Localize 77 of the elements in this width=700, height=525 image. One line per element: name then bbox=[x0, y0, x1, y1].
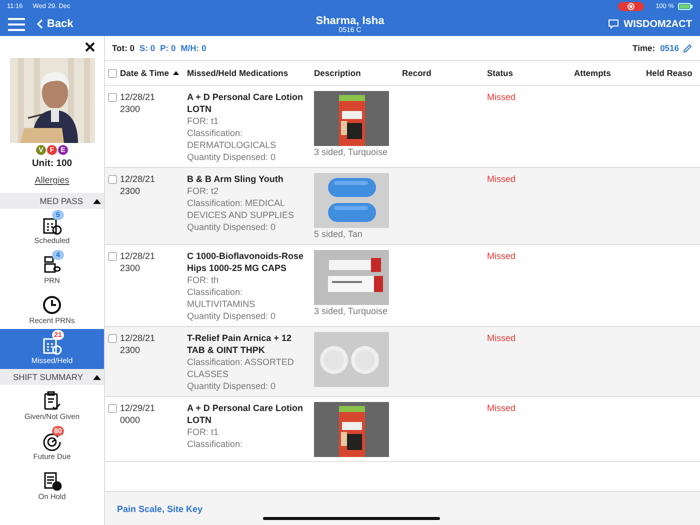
status-text: Missed bbox=[487, 403, 516, 413]
row-checkbox[interactable] bbox=[108, 175, 117, 184]
row-time: 2300 bbox=[120, 262, 142, 274]
recording-icon bbox=[618, 2, 644, 10]
medication-detail: Classification: ASSORTED CLASSES bbox=[187, 356, 295, 380]
column-header[interactable]: Missed/Held Medications bbox=[187, 68, 314, 78]
row-checkbox[interactable] bbox=[108, 252, 117, 261]
status-text: Missed bbox=[487, 92, 516, 102]
row-date: 12/29/21 bbox=[120, 402, 156, 414]
row-date: 12/28/21 bbox=[120, 332, 156, 344]
medication-detail: Classification: bbox=[187, 438, 244, 450]
column-header[interactable]: Attempts bbox=[574, 68, 646, 78]
nav-icon bbox=[42, 255, 62, 275]
medication-name: T-Relief Pain Arnica + 12 TAB & OINT THPK bbox=[187, 332, 292, 356]
prn-count: P: 0 bbox=[160, 43, 176, 53]
medication-detail: Quantity Dispensed: 0 bbox=[187, 310, 277, 322]
edit-icon[interactable] bbox=[683, 44, 692, 52]
medication-detail: FOR: t1 bbox=[187, 115, 220, 127]
nav-icon bbox=[42, 295, 62, 315]
medication-detail: FOR: th bbox=[187, 274, 220, 286]
medication-detail: FOR: t1 bbox=[187, 426, 220, 438]
section-header[interactable]: MED PASS bbox=[0, 193, 104, 209]
column-header[interactable]: Held Reaso bbox=[646, 68, 700, 78]
select-all-checkbox[interactable] bbox=[108, 68, 117, 78]
close-icon[interactable] bbox=[85, 42, 95, 52]
app-name: WISDOM2ACT bbox=[624, 18, 692, 30]
status-text: Missed bbox=[487, 333, 516, 343]
patient-name: Sharma, Isha bbox=[316, 14, 384, 26]
unit-label: Unit: 100 bbox=[32, 158, 72, 169]
medication-detail: FOR: t2 bbox=[187, 185, 220, 197]
time-value[interactable]: 0516 bbox=[660, 43, 679, 53]
section-header[interactable]: SHIFT SUMMARY bbox=[0, 369, 104, 385]
pill-description: 5 sided, Tan bbox=[314, 228, 364, 240]
medication-detail: Quantity Dispensed: 0 bbox=[187, 221, 277, 233]
nav-icon bbox=[42, 391, 62, 411]
total-count: Tot: 0 bbox=[112, 43, 135, 53]
row-time: 2300 bbox=[120, 344, 142, 356]
column-header[interactable]: Date & Time bbox=[120, 68, 187, 78]
column-header[interactable]: Status bbox=[487, 68, 574, 78]
sort-icon[interactable] bbox=[172, 71, 179, 75]
row-date: 12/28/21 bbox=[120, 250, 156, 262]
menu-icon[interactable] bbox=[8, 18, 25, 30]
row-date: 12/28/21 bbox=[120, 91, 156, 103]
medication-name: A + D Personal Care Lotion LOTN bbox=[187, 402, 304, 426]
pain-scale-link[interactable]: Pain Scale, Site Key bbox=[117, 504, 203, 514]
status-text: Missed bbox=[487, 174, 516, 184]
collapse-icon[interactable] bbox=[93, 374, 101, 380]
battery-icon bbox=[678, 2, 693, 10]
chat-icon[interactable] bbox=[608, 19, 619, 29]
chevron-left-icon bbox=[37, 19, 43, 29]
medication-detail: Classification: DERMATOLOGICALS bbox=[187, 127, 278, 151]
column-header[interactable]: Record bbox=[402, 68, 487, 78]
pill-description: 3 sided, Turquoise bbox=[314, 305, 389, 317]
missed-held-count: M/H: 0 bbox=[180, 43, 206, 53]
medication-name: A + D Personal Care Lotion LOTN bbox=[187, 91, 304, 115]
collapse-icon[interactable] bbox=[93, 198, 101, 204]
pill-description: 3 sided, Turquoise bbox=[314, 146, 389, 158]
row-checkbox[interactable] bbox=[108, 334, 117, 343]
row-time: 2300 bbox=[120, 103, 142, 115]
medication-detail: Classification: MEDICAL DEVICES AND SUPPLIES bbox=[187, 197, 296, 221]
row-checkbox[interactable] bbox=[108, 93, 117, 102]
medication-detail: Classification: MULTIVITAMINS bbox=[187, 286, 256, 310]
row-time: 2300 bbox=[120, 185, 142, 197]
row-checkbox[interactable] bbox=[108, 404, 117, 413]
medication-name: C 1000-Bioflavonoids-Rose Hips 1000-25 MG CAPS bbox=[187, 250, 305, 274]
medication-detail: Quantity Dispensed: 0 bbox=[187, 151, 277, 163]
medication-name: B & B Arm Sling Youth bbox=[187, 173, 284, 185]
nav-icon bbox=[42, 471, 62, 491]
column-header[interactable]: Description bbox=[314, 68, 402, 78]
row-date: 12/28/21 bbox=[120, 173, 156, 185]
row-time: 0000 bbox=[120, 414, 142, 426]
time-label: Time: bbox=[632, 43, 656, 53]
allergies-link[interactable]: Allergies bbox=[34, 175, 70, 185]
medication-detail: Quantity Dispensed: 0 bbox=[187, 380, 277, 392]
scheduled-count: S: 0 bbox=[140, 43, 156, 53]
status-text: Missed bbox=[487, 251, 516, 261]
back-button[interactable]: Back bbox=[37, 18, 74, 30]
